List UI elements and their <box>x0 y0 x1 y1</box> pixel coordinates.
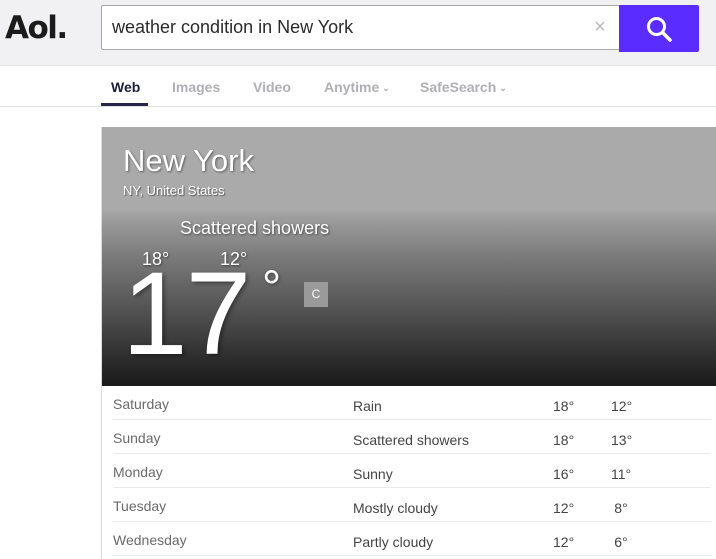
forecast-low: 12° <box>611 398 633 414</box>
chevron-down-icon: ⌄ <box>382 83 390 93</box>
forecast-high: 16° <box>553 466 575 482</box>
forecast-high: 12° <box>553 500 575 516</box>
weather-card: New York NY, United States Scattered sho… <box>101 127 716 559</box>
search-nav: Web Images Video Anytime ⌄ SafeSearch ⌄ <box>0 66 716 107</box>
clear-search-button[interactable]: × <box>590 16 610 38</box>
anytime-dropdown[interactable]: Anytime ⌄ <box>324 79 390 95</box>
search-button[interactable] <box>619 5 699 52</box>
aol-logo[interactable]: Aol. <box>5 10 68 46</box>
tab-label: Web <box>111 79 141 95</box>
forecast-high: 18° <box>553 398 575 414</box>
forecast-day: Monday <box>113 464 163 480</box>
search-input[interactable] <box>112 6 572 49</box>
current-condition: Scattered showers <box>180 218 330 238</box>
forecast-low: 6° <box>614 534 628 550</box>
forecast-list: Saturday Rain 18° 12° Sunday Scattered s… <box>113 386 711 556</box>
forecast-day: Wednesday <box>113 532 187 548</box>
forecast-high: 18° <box>553 432 575 448</box>
tab-images[interactable]: Images <box>172 79 220 95</box>
city-name: New York <box>123 143 254 178</box>
tab-label: Anytime <box>324 79 380 95</box>
forecast-row: Tuesday Mostly cloudy 12° 8° <box>113 488 711 522</box>
forecast-high: 12° <box>553 534 575 550</box>
tab-label: SafeSearch <box>420 79 497 95</box>
header: Aol. × <box>0 0 716 66</box>
forecast-low: 11° <box>611 466 632 482</box>
unit-toggle-button[interactable]: C <box>304 282 328 307</box>
forecast-row: Wednesday Partly cloudy 12° 6° <box>113 522 711 556</box>
region-name: NY, United States <box>123 183 225 198</box>
tab-video[interactable]: Video <box>253 79 291 95</box>
forecast-condition: Sunny <box>353 466 393 482</box>
forecast-low: 13° <box>611 432 633 448</box>
forecast-day: Saturday <box>113 396 170 412</box>
tab-label: Images <box>172 79 221 95</box>
chevron-down-icon: ⌄ <box>499 83 507 93</box>
search-icon <box>647 16 672 42</box>
degree-symbol: ° <box>262 262 282 315</box>
forecast-low: 8° <box>614 500 628 516</box>
forecast-day: Tuesday <box>113 498 167 514</box>
forecast-condition: Partly cloudy <box>353 534 434 550</box>
current-temperature: 17 <box>122 248 251 380</box>
safesearch-dropdown[interactable]: SafeSearch ⌄ <box>420 79 507 95</box>
forecast-condition: Rain <box>353 398 382 414</box>
weather-hero: New York NY, United States Scattered sho… <box>102 127 716 386</box>
forecast-condition: Scattered showers <box>353 432 469 448</box>
tab-web[interactable]: Web <box>111 79 140 95</box>
forecast-row: Monday Sunny 16° 11° <box>113 454 711 488</box>
forecast-row: Saturday Rain 18° 12° <box>113 386 711 420</box>
forecast-row: Sunday Scattered showers 18° 13° <box>113 420 711 454</box>
forecast-day: Sunday <box>113 430 161 446</box>
active-tab-indicator <box>101 103 148 106</box>
search-box: × <box>101 5 619 50</box>
close-icon: × <box>594 16 606 38</box>
forecast-condition: Mostly cloudy <box>353 500 438 516</box>
tab-label: Video <box>253 79 291 95</box>
